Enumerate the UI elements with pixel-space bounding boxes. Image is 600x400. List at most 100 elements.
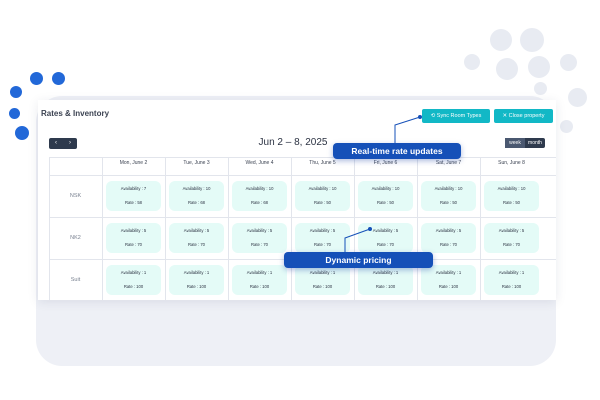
rate-cell[interactable]: Availability : 1 Rate : 100 — [232, 265, 287, 295]
rate-cell[interactable]: Availability : 5 Rate : 70 — [421, 223, 476, 253]
decor-dot — [9, 108, 20, 119]
rate-cell[interactable]: Availability : 10 Rate : 68 — [232, 181, 287, 211]
rate-value: Rate : 50 — [314, 200, 331, 205]
rate-value: Rate : 100 — [375, 284, 396, 289]
availability-value: Availability : 1 — [498, 270, 525, 275]
column-header: Sat, June 7 — [435, 160, 462, 166]
availability-value: Availability : 1 — [120, 270, 147, 275]
column-header: Sun, June 8 — [498, 160, 525, 166]
rate-value: Rate : 50 — [377, 200, 394, 205]
decor-dot — [560, 120, 573, 133]
rate-cell[interactable]: Availability : 1 Rate : 100 — [169, 265, 224, 295]
grid-line — [291, 157, 292, 300]
column-header: Fri, June 6 — [373, 160, 398, 166]
rate-value: Rate : 100 — [123, 284, 144, 289]
availability-value: Availability : 5 — [498, 228, 525, 233]
chevron-left-icon[interactable]: ‹ — [49, 138, 63, 149]
decor-dot — [520, 28, 544, 52]
rate-cell[interactable]: Availability : 5 Rate : 70 — [484, 223, 539, 253]
decor-dot — [560, 54, 577, 71]
grid-line — [102, 157, 103, 300]
availability-value: Availability : 10 — [245, 186, 274, 191]
rate-cell[interactable]: Availability : 1 Rate : 100 — [358, 265, 413, 295]
view-week-button[interactable]: week — [505, 138, 525, 148]
rates-inventory-window: Rates & Inventory ⟲ Sync Room Types ✕ Cl… — [38, 100, 556, 300]
grid-line — [480, 157, 481, 300]
view-toggle: week month — [505, 138, 545, 148]
availability-value: Availability : 10 — [434, 186, 463, 191]
close-property-button[interactable]: ✕ Close property — [494, 109, 553, 123]
availability-value: Availability : 7 — [120, 186, 147, 191]
rate-cell[interactable]: Availability : 10 Rate : 68 — [169, 181, 224, 211]
rate-value: Rate : 100 — [438, 284, 459, 289]
rate-cell[interactable]: Availability : 1 Rate : 100 — [484, 265, 539, 295]
rate-cell[interactable]: Availability : 5 Rate : 70 — [169, 223, 224, 253]
grid-line — [165, 157, 166, 300]
rate-cell[interactable]: Availability : 7 Rate : 58 — [106, 181, 161, 211]
rate-value: Rate : 70 — [125, 242, 142, 247]
rate-value: Rate : 70 — [188, 242, 205, 247]
availability-value: Availability : 1 — [435, 270, 462, 275]
availability-value: Availability : 1 — [183, 270, 210, 275]
availability-value: Availability : 10 — [182, 186, 211, 191]
decor-dot — [30, 72, 43, 85]
rate-value: Rate : 58 — [125, 200, 142, 205]
decor-dot — [464, 54, 480, 70]
rate-value: Rate : 100 — [249, 284, 270, 289]
callout-dynamic-pricing: Dynamic pricing — [284, 252, 433, 268]
rate-cell[interactable]: Availability : 1 Rate : 100 — [295, 265, 350, 295]
availability-value: Availability : 10 — [371, 186, 400, 191]
room-type-label: NSK — [69, 193, 82, 199]
decor-dot — [534, 82, 547, 95]
rate-value: Rate : 70 — [440, 242, 457, 247]
room-type-label: NK2 — [70, 235, 81, 241]
chevron-right-icon[interactable]: › — [63, 138, 77, 149]
rate-cell[interactable]: Availability : 10 Rate : 50 — [484, 181, 539, 211]
column-header: Mon, June 2 — [119, 160, 148, 166]
availability-value: Availability : 1 — [309, 270, 336, 275]
rate-cell[interactable]: Availability : 5 Rate : 70 — [295, 223, 350, 253]
availability-value: Availability : 10 — [497, 186, 526, 191]
rate-value: Rate : 100 — [312, 284, 333, 289]
rate-cell[interactable]: Availability : 10 Rate : 50 — [421, 181, 476, 211]
sync-room-types-button[interactable]: ⟲ Sync Room Types — [422, 109, 490, 123]
decor-dot — [496, 58, 518, 80]
rate-cell[interactable]: Availability : 10 Rate : 50 — [295, 181, 350, 211]
availability-value: Availability : 10 — [308, 186, 337, 191]
rate-value: Rate : 68 — [188, 200, 205, 205]
availability-value: Availability : 5 — [372, 228, 399, 233]
rate-cell[interactable]: Availability : 5 Rate : 70 — [106, 223, 161, 253]
availability-value: Availability : 1 — [246, 270, 273, 275]
rate-value: Rate : 50 — [440, 200, 457, 205]
availability-value: Availability : 5 — [246, 228, 273, 233]
rates-grid: Mon, June 2 Tue, June 3 Wed, June 4 Thu,… — [49, 157, 556, 300]
column-header: Tue, June 3 — [183, 160, 210, 166]
grid-line — [417, 157, 418, 300]
column-header: Thu, June 5 — [309, 160, 336, 166]
availability-value: Availability : 5 — [120, 228, 147, 233]
view-month-button[interactable]: month — [525, 138, 545, 148]
rate-value: Rate : 50 — [503, 200, 520, 205]
rate-value: Rate : 70 — [377, 242, 394, 247]
rate-cell[interactable]: Availability : 1 Rate : 100 — [421, 265, 476, 295]
week-navigation: ‹ › — [49, 138, 77, 149]
grid-line — [354, 157, 355, 300]
rate-cell[interactable]: Availability : 5 Rate : 70 — [358, 223, 413, 253]
room-type-label: Suit — [70, 277, 81, 283]
column-header: Wed, June 4 — [245, 160, 274, 166]
callout-real-time-rate-updates: Real-time rate updates — [333, 143, 461, 159]
rate-cell[interactable]: Availability : 1 Rate : 100 — [106, 265, 161, 295]
decor-dot — [10, 86, 22, 98]
decor-dot — [528, 56, 550, 78]
availability-value: Availability : 1 — [372, 270, 399, 275]
rate-cell[interactable]: Availability : 5 Rate : 70 — [232, 223, 287, 253]
rate-value: Rate : 68 — [251, 200, 268, 205]
rate-value: Rate : 70 — [314, 242, 331, 247]
rate-value: Rate : 100 — [186, 284, 207, 289]
rate-cell[interactable]: Availability : 10 Rate : 50 — [358, 181, 413, 211]
decor-dot — [490, 29, 512, 51]
decor-dot — [15, 126, 29, 140]
page-title: Rates & Inventory — [41, 109, 110, 118]
rate-value: Rate : 70 — [251, 242, 268, 247]
availability-value: Availability : 5 — [435, 228, 462, 233]
